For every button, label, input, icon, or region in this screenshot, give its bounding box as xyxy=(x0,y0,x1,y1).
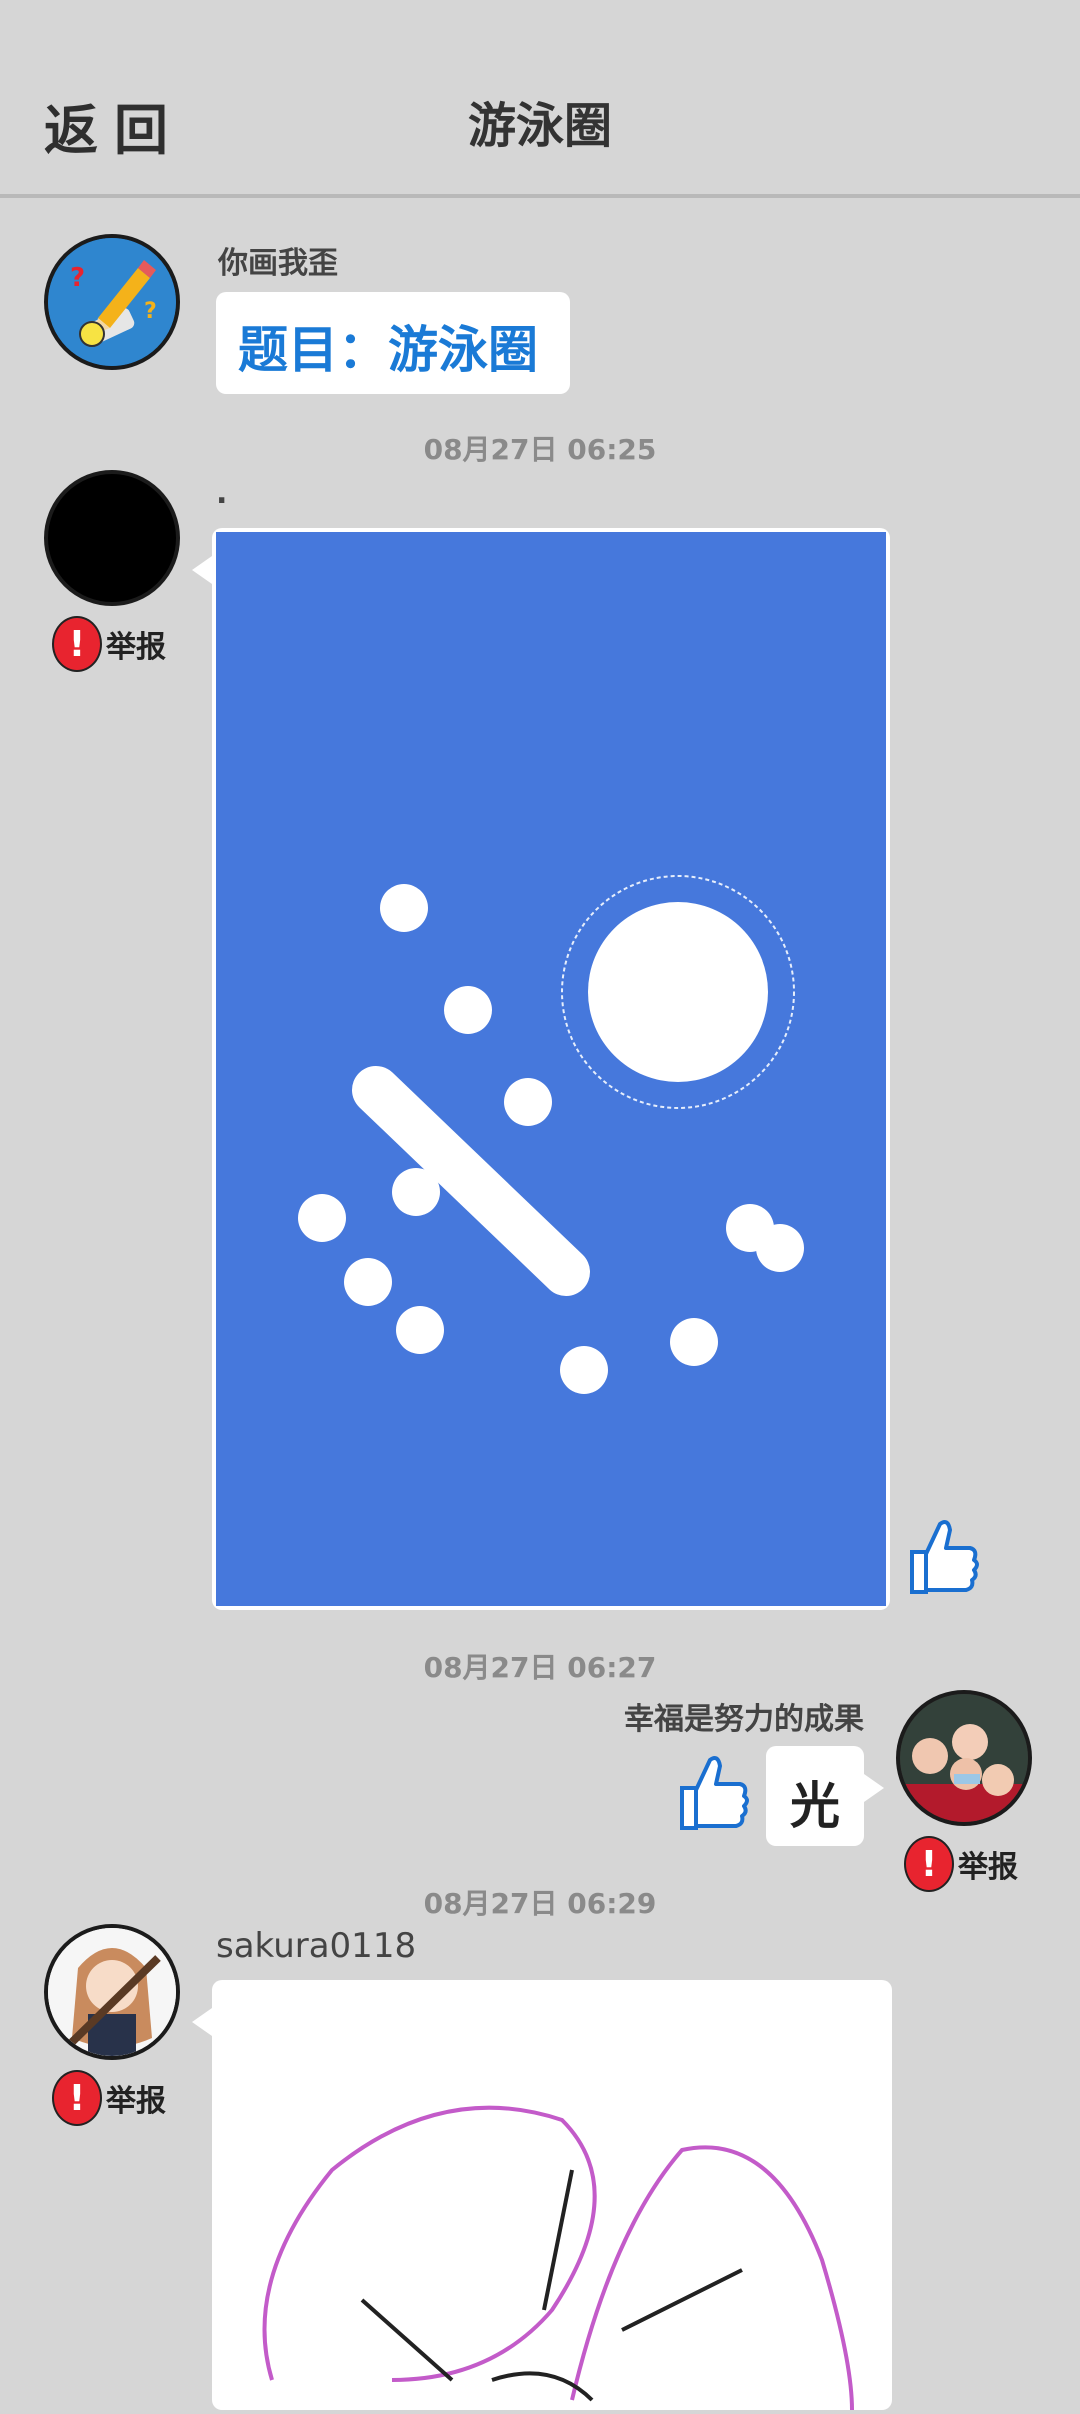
message-bubble: 光 xyxy=(766,1746,884,1846)
anime-girl-icon xyxy=(48,1928,176,2056)
top-bar: 返回 游泳圈 xyxy=(0,0,1080,198)
timestamp: 08月27日 06:25 xyxy=(423,433,657,466)
username: 幸福是努力的成果 xyxy=(624,1702,864,1737)
pencil-game-avatar-icon: ? ? xyxy=(48,238,176,366)
svg-text:?: ? xyxy=(144,299,157,324)
timestamp: 08月27日 06:27 xyxy=(423,1651,657,1684)
avatar[interactable] xyxy=(44,1924,180,2060)
username: sakura0118 xyxy=(216,1926,417,1966)
thumbs-up-icon[interactable] xyxy=(902,1514,982,1602)
report-button[interactable]: ! 举报 xyxy=(52,2070,166,2126)
drawing-bubble[interactable] xyxy=(192,1980,892,2411)
report-icon: ! xyxy=(52,616,102,672)
report-icon: ! xyxy=(52,2070,102,2126)
page-title: 游泳圈 xyxy=(467,98,612,154)
avatar[interactable] xyxy=(896,1690,1032,1826)
message-bubble: 题目：游泳圈 xyxy=(216,292,570,394)
thumbs-up-icon[interactable] xyxy=(672,1750,752,1838)
guess-text: 光 xyxy=(790,1777,840,1835)
avatar[interactable]: ? ? xyxy=(44,234,180,370)
drawing-bubble[interactable] xyxy=(192,528,890,1610)
svg-text:?: ? xyxy=(70,263,85,293)
topic-text: 题目：游泳圈 xyxy=(238,321,538,379)
username: 你画我歪 xyxy=(218,246,338,281)
report-button[interactable]: ! 举报 xyxy=(52,616,166,672)
avatar[interactable] xyxy=(44,470,180,606)
timestamp: 08月27日 06:29 xyxy=(423,1887,657,1920)
drawing-canvas xyxy=(216,532,886,1606)
drawing-canvas xyxy=(262,2105,854,2411)
username: . xyxy=(216,476,228,511)
family-photo-icon xyxy=(900,1694,1028,1822)
